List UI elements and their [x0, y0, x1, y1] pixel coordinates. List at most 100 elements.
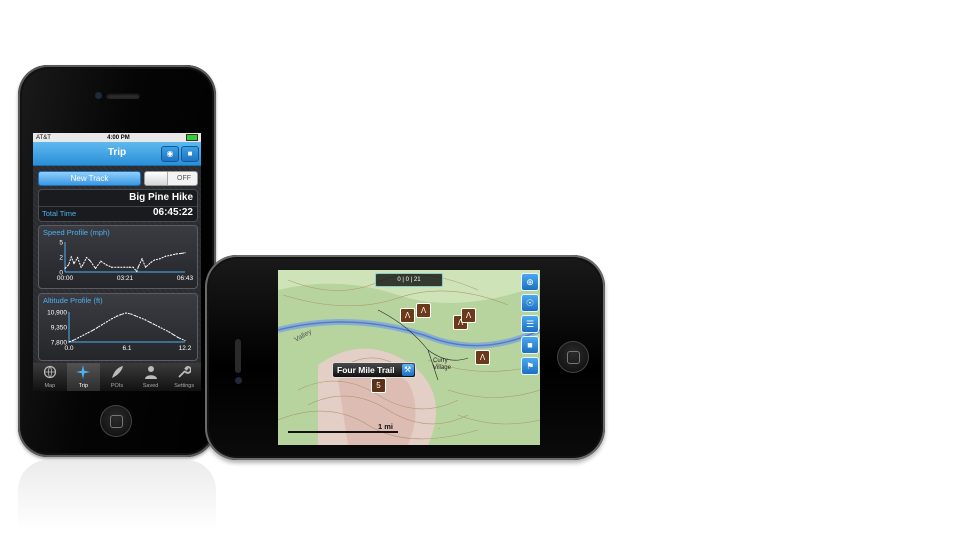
- camera-button[interactable]: ◉: [161, 146, 179, 162]
- data-point: [137, 266, 140, 268]
- data-point: [139, 317, 141, 319]
- speed-chart-plot: 52000:00 03:21 06:43: [57, 240, 194, 283]
- y-tick-label: 9,350: [51, 325, 68, 332]
- data-point: [177, 337, 179, 339]
- data-point: [111, 318, 113, 320]
- home-square-icon: [567, 351, 580, 364]
- data-point: [70, 256, 72, 258]
- home-button[interactable]: [100, 405, 132, 437]
- x-tick-label: 06:43: [177, 275, 194, 282]
- tab-label: Saved: [142, 383, 159, 389]
- map-scale-bar: 1 mi: [288, 422, 398, 436]
- data-point: [85, 257, 88, 259]
- lock-button[interactable]: ■: [181, 146, 199, 162]
- data-point: [144, 266, 147, 268]
- data-point: [94, 267, 97, 269]
- altitude-profile-chart: Altitude Profile (ft) 10,900 9,350 7,800 0.…: [38, 293, 198, 361]
- data-point: [184, 339, 186, 342]
- data-point: [170, 254, 172, 256]
- globe-icon: ☉: [525, 298, 535, 308]
- map-toolbar[interactable]: 0 | 0 | 21: [375, 273, 443, 287]
- tracking-toggle[interactable]: OFF: [144, 171, 198, 186]
- locate-button[interactable]: ⊕: [521, 273, 539, 291]
- data-point: [76, 257, 79, 259]
- data-point: [125, 312, 127, 314]
- data-point: [96, 326, 99, 329]
- total-time-label: Total Time: [42, 209, 77, 218]
- data-point: [141, 258, 143, 260]
- campground-poi[interactable]: Λ: [461, 308, 476, 323]
- trail-callout[interactable]: Four Mile Trail ⚒: [332, 362, 416, 378]
- carrier-label: AT&T: [36, 134, 51, 141]
- y-tick-label: 2: [59, 255, 63, 262]
- wrench-icon[interactable]: ⚒: [401, 364, 414, 376]
- person-icon: [144, 366, 157, 379]
- data-point: [100, 260, 102, 262]
- data-point: [73, 263, 75, 265]
- data-point: [134, 315, 137, 317]
- data-point: [168, 331, 170, 333]
- lock-button[interactable]: ■: [521, 336, 539, 354]
- trip-name: Big Pine Hike: [129, 192, 193, 203]
- data-point: [118, 266, 120, 268]
- trail-marker-number: 5: [376, 381, 381, 390]
- flag-button[interactable]: ⚑: [521, 357, 539, 375]
- map-contour-label: ·: [438, 426, 440, 432]
- phone-reflection: [18, 460, 216, 530]
- home-button[interactable]: [557, 341, 589, 373]
- status-time: 4:00 PM: [107, 134, 130, 141]
- campground-poi[interactable]: Λ: [475, 350, 490, 365]
- data-point: [180, 252, 183, 254]
- tent-icon: Λ: [404, 311, 411, 320]
- home-square-icon: [110, 415, 123, 428]
- status-bar: AT&T 4:00 PM: [33, 133, 201, 142]
- map-screen[interactable]: Curry Village Valley · 0 | 0 | 21 Λ Λ Λ …: [278, 270, 540, 445]
- data-point: [82, 334, 84, 336]
- campground-poi[interactable]: Λ: [416, 303, 431, 318]
- campground-poi[interactable]: Λ: [400, 308, 415, 323]
- toggle-state: OFF: [177, 175, 191, 182]
- data-point: [136, 270, 138, 272]
- flag-icon: ⚑: [525, 361, 535, 371]
- data-point: [67, 264, 70, 266]
- tab-trip[interactable]: Trip: [66, 363, 101, 391]
- data-point: [153, 259, 156, 261]
- series-line: [64, 252, 186, 273]
- tent-icon: Λ: [420, 306, 427, 315]
- data-point: [128, 266, 131, 268]
- tab-saved[interactable]: Saved: [134, 363, 168, 391]
- new-track-button[interactable]: New Track: [38, 171, 141, 186]
- layers-icon: ☰: [525, 319, 535, 329]
- layers-button[interactable]: ☰: [521, 315, 539, 333]
- speed-profile-chart: Speed Profile (mph) 5 2 0 00:00 03:21 06:43: [38, 225, 198, 289]
- data-point: [80, 266, 82, 268]
- track-controls: New Track OFF: [38, 171, 198, 186]
- tab-bar: Map Trip POIs Saved Settings: [33, 363, 201, 391]
- total-time-value: 06:45:22: [152, 207, 193, 218]
- data-point: [106, 321, 108, 323]
- tab-map[interactable]: Map: [33, 363, 67, 391]
- data-point: [82, 264, 84, 266]
- data-point: [150, 261, 152, 263]
- feather-icon: [111, 366, 123, 378]
- wrench-icon: [178, 366, 192, 378]
- data-point: [64, 267, 66, 269]
- data-point: [120, 313, 122, 316]
- series-line: [68, 312, 186, 343]
- tab-settings[interactable]: Settings: [167, 363, 201, 391]
- data-point: [130, 313, 132, 315]
- nav-bar: Trip ◉ ■: [33, 142, 201, 166]
- data-point: [163, 328, 165, 331]
- compass-rose-icon: [76, 365, 91, 379]
- tab-pois[interactable]: POIs: [100, 363, 134, 391]
- data-point: [123, 266, 125, 268]
- toggle-knob: [145, 172, 168, 185]
- scale-line: [288, 431, 398, 433]
- map-side-buttons: ⊕ ☉ ☰ ■ ⚑: [521, 273, 539, 378]
- x-tick-label: 03:21: [117, 275, 134, 282]
- lock-icon: ■: [527, 340, 533, 350]
- trail-marker[interactable]: 5: [371, 378, 386, 393]
- globe-button[interactable]: ☉: [521, 294, 539, 312]
- data-point: [89, 260, 91, 262]
- globe-icon: [43, 365, 56, 379]
